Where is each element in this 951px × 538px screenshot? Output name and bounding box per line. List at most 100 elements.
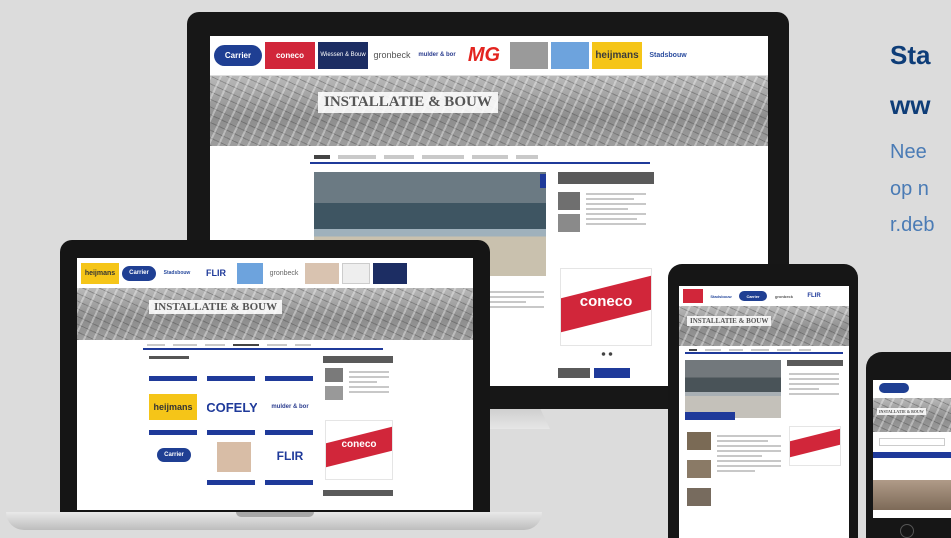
sponsor-logo-blue[interactable] [237,262,263,284]
sponsor-bar-laptop: heijmans Carrier Stadsbouw FLIR gronbeck [77,258,473,288]
site-brand-laptop[interactable]: INSTALLATIE & BOUW [149,300,283,314]
sponsor-logo-photo[interactable] [305,262,339,284]
sponsor-logo-gronbeck[interactable]: gronbeck [770,289,798,303]
card-header [207,480,255,485]
thumb[interactable] [558,214,580,232]
sponsor-logo-grey[interactable] [342,262,370,284]
search-input[interactable] [879,438,945,446]
coneco-ad-tablet[interactable] [789,426,841,466]
site-brand[interactable]: INSTALLATIE & BOUW [318,92,498,113]
photo-caption [685,412,735,420]
controleren-button[interactable] [594,368,630,378]
sponsor-logo-stadsbouw[interactable]: Stadsbouw [159,263,195,284]
sidebar-links-tablet[interactable] [789,370,839,398]
news-lines [717,432,781,475]
sponsor-logo-flir[interactable]: FLIR [198,263,234,284]
sponsor-logo-stadsbouw[interactable]: Stadsbouw [706,289,736,303]
sponsor-logo-gronbeck[interactable]: gronbeck [266,263,302,284]
hero-banner-phone: INSTALLATIE & BOUW [873,398,951,432]
nav-item[interactable] [205,343,225,347]
coneco-ad-laptop[interactable]: coneco [325,420,393,480]
macbook-notch [236,512,314,517]
nav-item[interactable] [422,155,464,159]
hero-banner: INSTALLATIE & BOUW [210,76,768,146]
sponsor-logo-carrier[interactable]: Carrier [214,45,262,66]
card-logo-flir[interactable]: FLIR [267,448,313,464]
sponsor-logo-blue[interactable] [551,41,589,70]
slider-arrow-icon[interactable] [540,174,546,188]
sidebar-header-2 [323,490,393,496]
sponsor-bar-tablet: Stadsbouw Carrier gronbeck FLIR [679,286,849,306]
sponsor-logo-mulder[interactable]: mulder & bor [416,42,458,69]
card-header [265,480,313,485]
card-logo-mulder[interactable]: mulder & bor [265,398,315,416]
iphone-home-button[interactable] [900,524,914,538]
sponsor-logo-carrier[interactable]: Carrier [739,291,767,301]
nav-item-home[interactable] [314,155,330,159]
volgende-button[interactable] [558,368,590,378]
sponsor-logo-wiessen[interactable]: Wiessen & Bouw [318,41,368,70]
sidebar-thumb[interactable] [325,386,343,400]
promo-body-3: r.deb [890,214,935,236]
menu-bar[interactable] [873,452,951,458]
sponsor-logo-wiessen[interactable] [373,262,407,284]
bedrijven-title [149,356,189,359]
thumb[interactable] [558,192,580,210]
news-thumb[interactable] [687,488,711,506]
card-header [207,430,255,435]
coneco-ad-label: coneco [341,439,377,450]
main-nav-laptop[interactable] [143,342,383,350]
sponsor-logo-mg[interactable]: MG [461,42,507,69]
nav-item[interactable] [338,155,376,159]
main-nav-tablet[interactable] [685,348,843,354]
card-photo[interactable] [217,442,251,472]
coneco-ad[interactable]: coneco [560,268,652,346]
card-header [149,376,197,381]
sponsor-logo-coneco[interactable]: coneco [265,41,315,70]
sidebar-header-tablet [787,360,843,366]
sponsor-logo-flir[interactable]: FLIR [801,289,827,303]
card-logo-cofely[interactable]: COFELY [207,394,257,420]
sponsor-logo-carrier[interactable]: Carrier [122,265,156,281]
nav-item[interactable] [384,155,414,159]
nav-item[interactable] [267,343,287,347]
sponsor-logo-heijmans[interactable]: heijmans [81,262,119,284]
nav-item[interactable] [516,155,538,159]
site-brand-tablet[interactable]: INSTALLATIE & BOUW [687,316,772,326]
nav-item[interactable] [147,343,165,347]
card-logo-carrier[interactable]: Carrier [157,448,191,462]
sidebar-header [558,172,654,184]
macbook-screen: heijmans Carrier Stadsbouw FLIR gronbeck… [77,258,473,510]
sponsor-logo-gronbeck[interactable]: gronbeck [371,42,413,69]
carousel-dots[interactable] [600,352,614,356]
site-brand-phone[interactable]: INSTALLATIE & BOUW [877,408,926,415]
sidebar-links[interactable] [349,368,389,396]
sponsor-logo-heijmans[interactable]: heijmans [592,41,642,70]
sidebar-links[interactable] [586,190,646,228]
card-header [149,430,197,435]
news-thumb[interactable] [687,432,711,450]
promo-heading-2: ww [890,90,931,120]
ipad-screen: Stadsbouw Carrier gronbeck FLIR INSTALLA… [679,286,849,538]
card-header [207,376,255,381]
sponsor-logo-stadsbouw[interactable]: Stadsbouw [645,42,691,69]
featured-photo-tablet[interactable] [685,360,781,418]
nav-item-active[interactable] [233,343,259,347]
promo-body-2: op n [890,178,929,200]
nav-item[interactable] [295,343,311,347]
news-thumb[interactable] [687,460,711,478]
sponsor-logo-red[interactable] [683,289,703,303]
article-text [484,288,544,311]
promo-body-1: Nee [890,141,927,163]
sponsor-logo-carrier[interactable] [879,383,909,393]
coneco-ad-label: coneco [579,293,633,310]
card-logo-heijmans[interactable]: heijmans [149,394,197,420]
sidebar-thumb[interactable] [325,368,343,382]
phone-photo[interactable] [873,480,951,510]
hero-banner-laptop: INSTALLATIE & BOUW [77,288,473,340]
nav-item[interactable] [173,343,197,347]
nav-item[interactable] [472,155,508,159]
card-header [265,376,313,381]
sponsor-logo-grey[interactable] [510,41,548,70]
main-nav[interactable] [310,152,650,164]
